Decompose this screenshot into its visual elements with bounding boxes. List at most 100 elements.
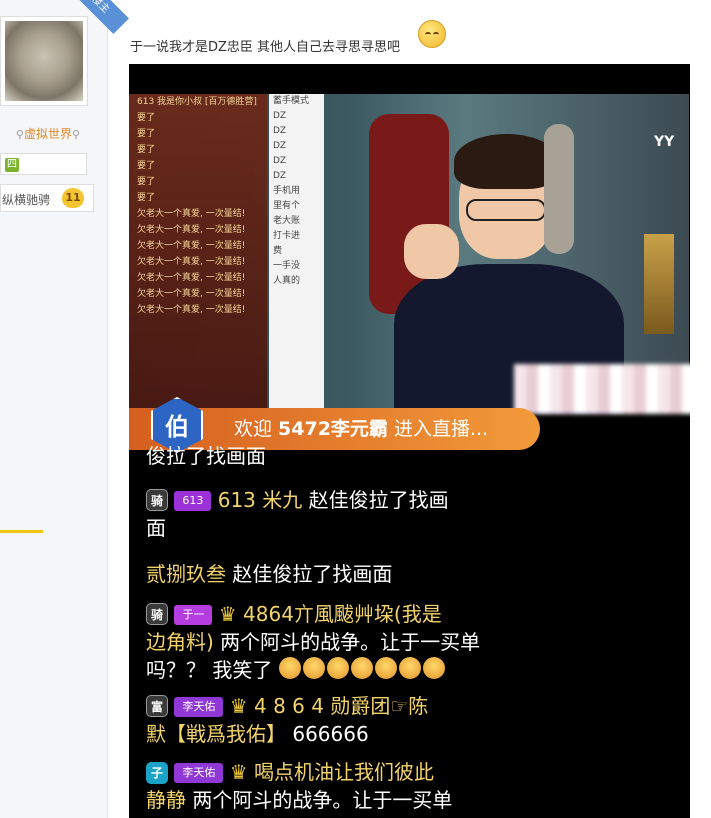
chat-text: 面 [146,516,166,540]
chat-messages: 俊拉了找画面 骑 613 613 米九 赵佳俊拉了找画 面 贰捌玖叁 赵佳俊拉了… [129,444,689,818]
live-stream-view: 613 我是你小叔 [百万德胜营] 要了 要了 要了 要了 要了 要了 欠老大一个真爱, 一次… [129,94,690,414]
chat-username: 4 8 6 4 勋爵团☞陈 [254,694,429,718]
chat-line: 边角料) 两个阿斗的战争。让于一买单 [146,628,480,656]
key-icon: ⚲ [72,128,81,141]
chat-text: 赵佳俊拉了找画面 [226,562,393,586]
rank-line: DZ [273,126,287,136]
gift-line: 要了 [137,177,156,187]
rank-line: 一手没 [273,261,301,271]
laugh-emoji-icon [398,657,421,679]
crown-icon: ♛ [229,760,248,784]
chat-username: 贰捌玖叁 [146,562,226,586]
chat-line: 面 [146,514,166,542]
fan-badge: 李天佑 [174,763,224,783]
level-badge: 11 [62,188,84,208]
welcome-prefix: 欢迎 [234,418,279,440]
gift-line: 欠老大一个真爱, 一次量结! [137,289,246,299]
gift-line: 要了 [137,113,156,123]
rank-line: 打卡进 [273,231,301,241]
blurred-region [514,364,690,414]
chat-text: 吗？？ 我笑了 [146,658,273,682]
chat-line: 骑 于一 ♛ 4864亣風颰艸垜(我是 [146,600,442,628]
chat-text: 赵佳俊拉了找画 [302,488,449,512]
rank-line: 里有个 [273,201,301,211]
chat-line: 子 李天佑 ♛ 喝点机油让我们彼此 [146,758,434,786]
post-text: 于一说我才是DZ忠臣 其他人自己去寻思寻思吧 [130,40,401,55]
gift-chat-panel: 613 我是你小叔 [百万德胜营] 要了 要了 要了 要了 要了 要了 欠老大一个真爱, 一次… [129,94,267,410]
rank-line: DZ [273,111,287,121]
laugh-emoji-icon [350,657,373,679]
gift-line: 欠老大一个真爱, 一次量结! [137,273,246,283]
chat-line: 贰捌玖叁 赵佳俊拉了找画面 [146,560,392,588]
chat-username: 默【戦爲我佑】 [146,722,286,746]
chat-text: 666666 [286,722,369,746]
gift-line: 欠老大一个真爱, 一次量结! [137,225,246,235]
skull-avatar-image [5,21,83,101]
chat-line: 默【戦爲我佑】 666666 [146,720,369,748]
crown-icon: ♛ [218,602,237,626]
post-image-stream-screenshot[interactable]: 613 我是你小叔 [百万德胜营] 要了 要了 要了 要了 要了 要了 欠老大一个真爱, 一次… [129,64,690,818]
shy-emoji-icon [418,20,446,48]
rank-badge: 富 [146,695,168,717]
rank-badge: 骑 [146,489,168,511]
gift-line: 要了 [137,161,156,171]
username-link[interactable]: ⚲虚拟世界⚲ [8,125,88,142]
rank-badge: 骑 [146,603,168,625]
gift-line: 要了 [137,145,156,155]
gift-line: 欠老大一个真爱, 一次量结! [137,241,246,251]
chat-line: 静静 两个阿斗的战争。让于一买单 [146,786,452,814]
ranking-panel: 蓄手模式 DZ DZ DZ DZ DZ 手机用里有个老大账打卡进费一手没人真的 [269,94,324,410]
author-sidebar: 楼主 ⚲虚拟世界⚲ 四 纵横驰骋 11 [0,0,129,818]
chat-username: 4864亣風颰艸垜(我是 [243,602,442,626]
rank-line: DZ [273,156,287,166]
fan-badge: 李天佑 [174,697,224,717]
laugh-emoji-icon [374,657,397,679]
rank-line: 老大账 [273,216,301,226]
chat-line: 富 李天佑 ♛ 4 8 6 4 勋爵团☞陈 [146,692,428,720]
gift-line: 欠老大一个真爱, 一次量结! [137,257,246,267]
username-text[interactable]: 虚拟世界 [24,127,72,141]
key-icon: ⚲ [15,128,24,141]
rank-line: DZ [273,141,287,151]
chat-text: 俊拉了找画面 [146,444,266,468]
chat-line: 俊拉了找画面 [146,442,266,470]
gift-line: 欠老大一个真爱, 一次量结! [137,209,246,219]
medal-icon[interactable]: 四 [5,158,19,172]
welcome-suffix: 进入直播... [387,418,489,440]
rank-line: 人真的 [273,276,301,286]
rank-box: 纵横驰骋 11 [0,184,94,212]
laugh-emoji-icon [278,657,301,679]
pointing-hand [404,224,459,279]
laugh-emoji-icon [326,657,349,679]
gift-line: 613 我是你小叔 [百万德胜营] [137,97,257,107]
trophy-figure [644,234,674,334]
medal-box: 四 [0,153,87,175]
chat-line: 骑 613 613 米九 赵佳俊拉了找画 [146,486,449,514]
welcome-username: 5472李元霸 [278,418,388,440]
chat-username: 613 米九 [217,488,303,512]
laugh-emoji-icon [302,657,325,679]
rank-line: 费 [273,246,283,256]
fan-badge: 于一 [174,605,213,625]
crown-icon: ♛ [229,694,248,718]
chat-text: 两个阿斗的战争。让于一买单 [186,788,453,812]
yy-logo: YY [654,134,675,150]
glasses [466,199,546,221]
rank-line: 蓄手模式 [273,96,310,106]
rank-line: DZ [273,171,287,181]
rank-title: 纵横驰骋 [2,193,51,207]
gift-line: 要了 [137,193,156,203]
chat-username: 边角料) [146,630,214,654]
avatar[interactable] [0,16,88,106]
laugh-emoji-icon [422,657,445,679]
rank-badge: 子 [146,762,168,784]
chat-username: 喝点机油让我们彼此 [254,760,435,784]
page: 楼主 ⚲虚拟世界⚲ 四 纵横驰骋 11 于一说我才是DZ忠臣 其他人自己去寻思寻… [0,0,711,818]
gift-line: 欠老大一个真爱, 一次量结! [137,305,246,315]
chat-line: 吗？？ 我笑了 [146,656,447,684]
divider [0,530,43,533]
chat-username: 静静 [146,788,186,812]
rank-line: 手机用 [273,186,301,196]
microphone-icon [544,124,574,254]
fan-badge: 613 [174,491,212,511]
